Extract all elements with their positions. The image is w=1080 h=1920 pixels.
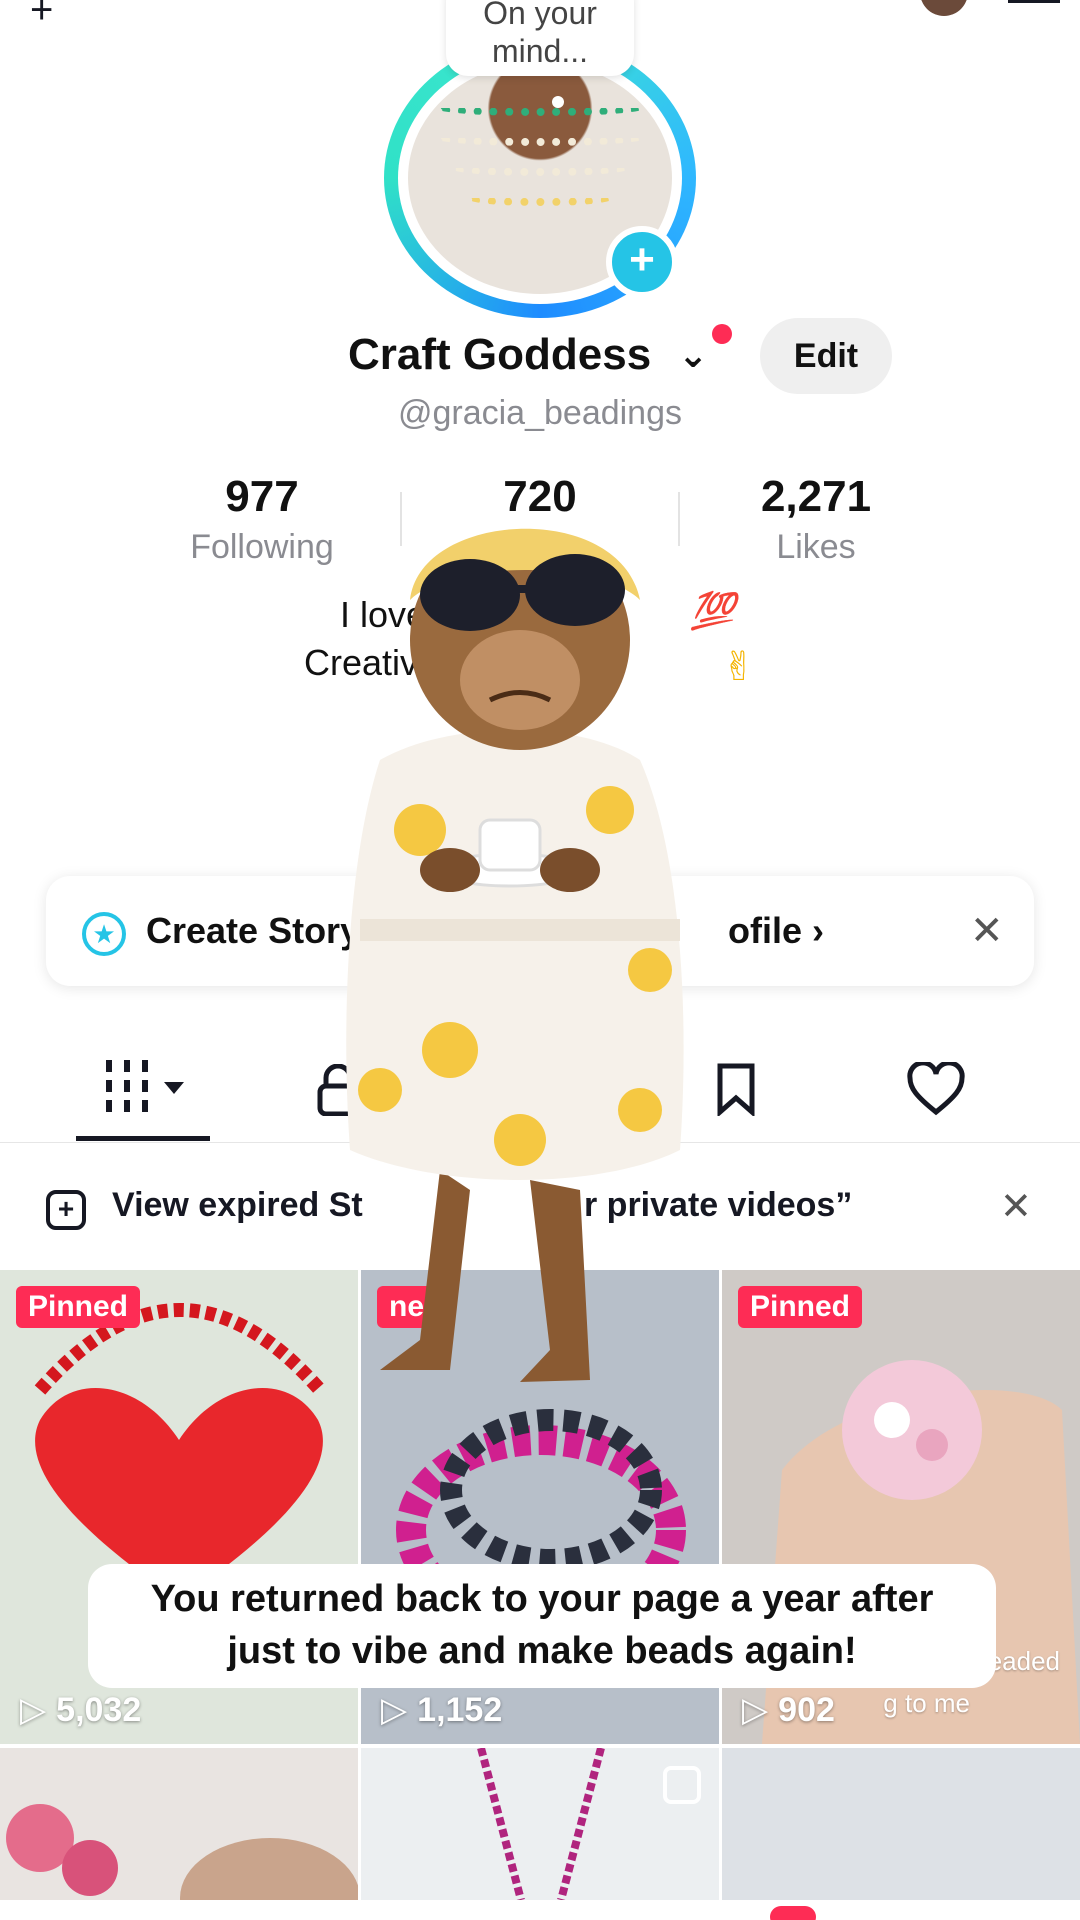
lock-icon[interactable]: [316, 1063, 360, 1129]
star-icon: ★: [82, 912, 126, 956]
add-story-icon: +: [46, 1190, 86, 1230]
followers-count[interactable]: 720: [420, 472, 660, 522]
caption-text: You returned back to your page a year af…: [150, 1578, 934, 1620]
bio-line: I love: [340, 594, 427, 635]
play-icon: ▷: [381, 1691, 408, 1729]
video-thumbnail[interactable]: [722, 1748, 1080, 1900]
username-handle: @gracia_beadings: [397, 394, 683, 432]
menu-icon[interactable]: [1008, 0, 1060, 3]
play-icon: ▷: [20, 1691, 47, 1729]
chevron-right-icon: ›: [812, 910, 825, 951]
view-count: ▷ 1,152: [381, 1691, 503, 1729]
followers-label[interactable]: F: [420, 528, 660, 567]
create-story-label[interactable]: Create Story: [146, 910, 360, 952]
inbox-badge: [770, 1906, 816, 1920]
bottom-nav-bar: [0, 1900, 1080, 1920]
close-icon[interactable]: ✕: [970, 908, 1004, 954]
private-videos-label[interactable]: r private videos”: [584, 1186, 852, 1225]
necklace-decoration: [438, 132, 642, 146]
display-name[interactable]: Craft Goddess: [348, 330, 651, 380]
pinned-badge: Pinned: [738, 1286, 863, 1328]
likes-count[interactable]: 2,271: [696, 472, 936, 522]
repost-icon[interactable]: [516, 1064, 566, 1127]
expired-stories-label[interactable]: View expired St: [112, 1186, 363, 1225]
bookmark-icon[interactable]: [714, 1062, 758, 1129]
notification-dot: [712, 324, 732, 344]
necklace-decoration: [468, 192, 612, 206]
view-count: ▷ 5,032: [20, 1691, 142, 1729]
heart-icon[interactable]: [906, 1060, 966, 1129]
pinned-badge: ned: [377, 1286, 455, 1328]
pinned-badge: Pinned: [16, 1286, 141, 1328]
chevron-down-icon[interactable]: ⌄: [678, 334, 708, 376]
edit-profile-button[interactable]: Edit: [760, 318, 892, 394]
video-thumbnail[interactable]: [0, 1748, 358, 1900]
add-story-button[interactable]: +: [606, 226, 678, 298]
close-icon[interactable]: ✕: [1000, 1184, 1032, 1229]
thought-bubble-tail: [552, 96, 564, 108]
tab-divider: [0, 1142, 1080, 1143]
hundred-emoji: 💯: [690, 590, 735, 631]
likes-label[interactable]: Likes: [696, 528, 936, 567]
play-icon: ▷: [742, 1691, 769, 1729]
stat-divider: [678, 492, 680, 546]
following-label[interactable]: Following: [142, 528, 382, 567]
active-tab-indicator: [76, 1136, 210, 1141]
grid-icon[interactable]: [104, 1060, 190, 1125]
video-thumbnail[interactable]: [361, 1748, 719, 1900]
thought-bubble[interactable]: On your mind...: [446, 0, 634, 76]
thumbnail-caption: g to me: [883, 1688, 970, 1718]
peace-emoji: ✌: [722, 645, 756, 689]
top-actions: [920, 0, 1060, 16]
bio-line: Creativ: [304, 642, 419, 683]
caption-text: just to vibe and make beads again!: [227, 1630, 857, 1672]
necklace-decoration: [438, 102, 642, 116]
profile-link-label[interactable]: ofile ›: [728, 910, 824, 952]
necklace-decoration: [452, 162, 628, 176]
following-count[interactable]: 977: [142, 472, 382, 522]
stat-divider: [400, 492, 402, 546]
view-count: ▷ 902: [742, 1691, 835, 1729]
account-switch-avatar[interactable]: [920, 0, 968, 16]
multi-photo-icon: [663, 1766, 701, 1804]
add-icon[interactable]: +: [30, 0, 53, 33]
